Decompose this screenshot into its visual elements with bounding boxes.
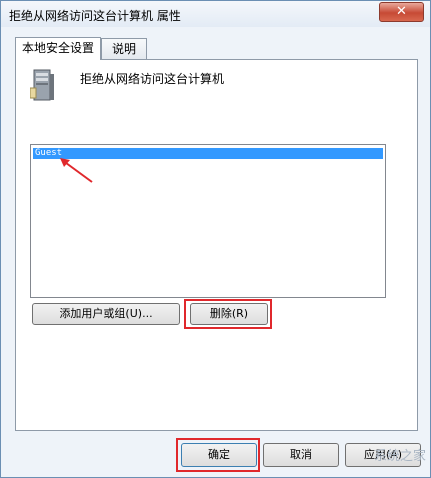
ok-button[interactable]: 确定 <box>181 443 257 467</box>
close-button[interactable]: ✕ <box>379 2 424 22</box>
title-bar[interactable]: 拒绝从网络访问这台计算机 属性 ✕ <box>1 1 430 27</box>
remove-button[interactable]: 删除(R) <box>190 303 268 325</box>
watermark-logo: 系统之家 <box>373 449 426 464</box>
properties-dialog: 拒绝从网络访问这台计算机 属性 ✕ 本地安全设置 说明 拒绝从网络访问这台计算机… <box>0 0 431 478</box>
tab-local-security-setting[interactable]: 本地安全设置 <box>15 37 101 60</box>
window-title: 拒绝从网络访问这台计算机 属性 <box>9 9 181 23</box>
dialog-footer: 确定 取消 应用(A) 系统之家 <box>1 437 430 477</box>
add-user-or-group-button[interactable]: 添加用户或组(U)... <box>32 303 180 325</box>
server-icon <box>30 69 54 101</box>
close-icon: ✕ <box>396 4 407 19</box>
annotation-arrow <box>60 158 93 183</box>
policy-title: 拒绝从网络访问这台计算机 <box>80 72 225 86</box>
settings-panel: 拒绝从网络访问这台计算机 Guest 添加用户或组(U)... 删除(R) <box>15 59 418 431</box>
tab-explain[interactable]: 说明 <box>101 38 147 59</box>
cancel-button[interactable]: 取消 <box>263 443 339 467</box>
